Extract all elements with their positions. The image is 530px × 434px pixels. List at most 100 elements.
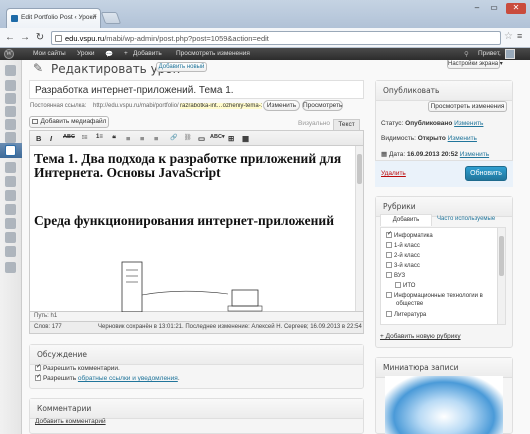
- comments-box: Комментарии Добавить комментарий: [29, 398, 364, 434]
- links-icon[interactable]: [5, 119, 16, 130]
- category-item[interactable]: ВУЗ: [386, 272, 405, 279]
- category-item[interactable]: Информационные технологии в: [386, 292, 483, 299]
- more-tag-button[interactable]: ▭: [198, 134, 205, 143]
- strikethrough-button[interactable]: ABC: [63, 134, 75, 140]
- editor-scrollbar[interactable]: [355, 146, 363, 311]
- feedback-icon[interactable]: [5, 176, 16, 187]
- wordpress-logo-icon[interactable]: W: [4, 49, 14, 59]
- view-post-button[interactable]: Просмотреть: [302, 100, 343, 111]
- greeting[interactable]: Привет,: [478, 50, 501, 57]
- edit-visibility-link[interactable]: Изменить: [448, 135, 477, 142]
- align-left-button[interactable]: ≡: [126, 134, 130, 143]
- publish-title[interactable]: Опубликовать: [376, 81, 512, 101]
- close-window-icon[interactable]: ✕: [506, 3, 526, 14]
- link-icon[interactable]: 🔗: [170, 134, 177, 141]
- trackbacks-link[interactable]: обратные ссылки и уведомления: [78, 375, 178, 382]
- site-link[interactable]: Уроки: [77, 50, 95, 57]
- add-comment-link[interactable]: Добавить комментарий: [35, 418, 106, 425]
- category-checkbox[interactable]: [386, 252, 392, 258]
- maximize-icon[interactable]: ▭: [487, 3, 501, 14]
- appearance-icon[interactable]: [5, 190, 16, 201]
- category-checkbox[interactable]: [386, 272, 392, 278]
- close-tab-icon[interactable]: ×: [93, 13, 97, 20]
- tab-popular-categories[interactable]: Часто используемые: [437, 216, 495, 222]
- edit-date-link[interactable]: Изменить: [460, 151, 489, 158]
- edit-slug-button[interactable]: Изменить: [263, 100, 300, 111]
- date-label: Дата:: [388, 151, 406, 158]
- comments-menu-icon[interactable]: [5, 162, 16, 173]
- blockquote-button[interactable]: ❝: [112, 134, 116, 143]
- wrench-icon[interactable]: ≡: [517, 31, 522, 41]
- category-item[interactable]: Литература: [386, 311, 426, 318]
- allow-pings-checkbox[interactable]: [35, 373, 41, 381]
- media-icon[interactable]: [5, 106, 16, 117]
- status-label: Статус:: [381, 120, 404, 127]
- category-checkbox[interactable]: [386, 262, 392, 268]
- category-scrollbar[interactable]: [497, 228, 505, 324]
- bold-button[interactable]: B: [36, 134, 41, 143]
- update-button[interactable]: Обновить: [465, 166, 507, 181]
- category-checkbox[interactable]: [386, 242, 392, 248]
- add-category-link[interactable]: + Добавить новую рубрику: [380, 333, 461, 340]
- align-right-button[interactable]: ≡: [154, 134, 158, 143]
- my-sites-link[interactable]: Мои сайты: [33, 50, 66, 57]
- menu-item-active-portfolio[interactable]: [0, 143, 22, 158]
- pages-icon[interactable]: [5, 132, 16, 143]
- editor-path: Путь: h1: [29, 312, 364, 322]
- add-new-link[interactable]: Добавить: [133, 50, 162, 57]
- featured-image-title[interactable]: Миниатюра записи: [376, 358, 512, 378]
- kitchen-sink-button[interactable]: ▦: [242, 134, 249, 143]
- add-new-button[interactable]: Добавить новый: [156, 62, 207, 72]
- post-title-input[interactable]: Разработка интернет-приложений. Тема 1.: [29, 80, 364, 99]
- browser-tab[interactable]: Edit Portfolio Post ‹ Уроки ×: [6, 8, 101, 28]
- dashboard-icon[interactable]: [5, 65, 16, 76]
- search-icon[interactable]: ⚲: [464, 50, 469, 58]
- category-checkbox[interactable]: [395, 282, 401, 288]
- screen-options-button[interactable]: Настройки экрана ▾: [447, 60, 503, 69]
- tab-all-categories[interactable]: Добавить рубрику: [380, 214, 432, 234]
- avatar[interactable]: [505, 49, 515, 59]
- tab-visual[interactable]: Визуально: [298, 120, 330, 127]
- forward-icon[interactable]: →: [18, 31, 32, 45]
- italic-button[interactable]: I: [50, 134, 52, 143]
- preview-changes-link[interactable]: Просмотреть изменения: [176, 50, 250, 57]
- trash-link[interactable]: Удалить: [381, 170, 406, 177]
- unlink-icon[interactable]: ⛓: [184, 134, 192, 141]
- category-checkbox[interactable]: [386, 292, 392, 298]
- category-item[interactable]: 3-й класс: [386, 262, 420, 269]
- tools-icon[interactable]: [5, 232, 16, 243]
- settings-icon[interactable]: [5, 246, 16, 257]
- category-checkbox[interactable]: [386, 311, 392, 317]
- numbered-list-button[interactable]: 1≡: [96, 134, 103, 140]
- permalink-slug[interactable]: razrabotka-int…ozheniy-tema-1/: [180, 103, 262, 109]
- add-media-button[interactable]: Добавить медиафайл: [29, 116, 109, 128]
- featured-image[interactable]: [385, 376, 503, 434]
- edit-status-link[interactable]: Изменить: [454, 120, 483, 127]
- category-item[interactable]: 1-й класс: [386, 242, 420, 249]
- collapse-icon[interactable]: [5, 262, 16, 273]
- spellcheck-button[interactable]: ABC▾: [210, 134, 225, 140]
- category-item[interactable]: 2-й класс: [386, 252, 420, 259]
- minimize-icon[interactable]: –: [470, 3, 484, 14]
- bullet-list-button[interactable]: ⁝≡: [82, 134, 87, 141]
- posts-icon[interactable]: [5, 93, 16, 104]
- category-item[interactable]: Информатика: [386, 230, 433, 239]
- back-icon[interactable]: ←: [3, 31, 17, 45]
- comments-icon[interactable]: 💬: [105, 50, 113, 58]
- comments-title[interactable]: Комментарии: [30, 399, 363, 419]
- reload-icon[interactable]: ↻: [33, 31, 47, 45]
- category-checkbox[interactable]: [386, 230, 392, 238]
- preview-changes-button[interactable]: Просмотреть изменения: [428, 101, 507, 112]
- fullscreen-button[interactable]: ⊞: [228, 134, 234, 143]
- discussion-title[interactable]: Обсуждение: [30, 345, 363, 365]
- allow-comments-checkbox[interactable]: [35, 363, 41, 371]
- pin-icon[interactable]: [5, 80, 16, 91]
- new-tab-button[interactable]: [100, 12, 122, 24]
- users-icon[interactable]: [5, 218, 16, 229]
- category-item[interactable]: ИТО: [395, 282, 415, 289]
- plugins-icon[interactable]: [5, 204, 16, 215]
- tab-text[interactable]: Текст: [333, 119, 360, 130]
- address-bar[interactable]: edu.vspu.ru/mabi/wp-admin/post.php?post=…: [51, 31, 501, 45]
- bookmark-star-icon[interactable]: ☆: [504, 31, 513, 42]
- align-center-button[interactable]: ≡: [140, 134, 144, 143]
